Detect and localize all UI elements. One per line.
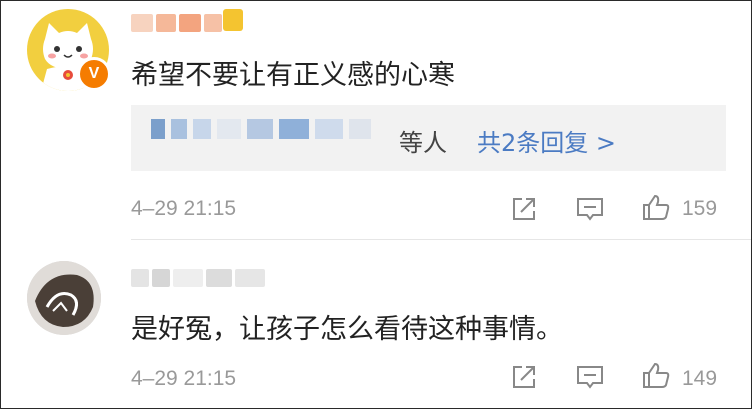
like-icon[interactable] xyxy=(641,360,671,390)
comment-text: 希望不要让有正义感的心寒 xyxy=(131,60,455,91)
comment-time: 4–29 21:15 xyxy=(131,367,237,390)
comment-text: 是好冤，让孩子怎么看待这种事情。 xyxy=(131,314,563,345)
user-level-icon xyxy=(223,9,243,31)
like-icon[interactable] xyxy=(641,192,671,222)
username-obscured[interactable] xyxy=(131,269,265,287)
divider xyxy=(131,239,751,240)
comment-icon[interactable] xyxy=(575,362,605,392)
share-icon[interactable] xyxy=(509,194,539,224)
comment-time: 4–29 21:15 xyxy=(131,197,237,220)
replier-names-obscured xyxy=(151,119,371,139)
brush-avatar-image xyxy=(27,261,101,335)
comment-feed: V 希望不要让有正义感的心寒 等人 共2条回复 > 4–29 21:15 159… xyxy=(0,0,752,409)
verified-badge-icon: V xyxy=(77,57,111,91)
share-icon[interactable] xyxy=(509,362,539,392)
comment-icon[interactable] xyxy=(575,194,605,224)
replies-suffix: 等人 xyxy=(399,129,447,157)
replies-preview[interactable]: 等人 共2条回复 > xyxy=(131,105,726,171)
view-replies-link[interactable]: 共2条回复 > xyxy=(477,123,616,158)
username-obscured[interactable] xyxy=(131,14,222,32)
avatar[interactable] xyxy=(27,261,101,335)
like-count: 159 xyxy=(682,197,718,220)
like-count: 149 xyxy=(682,367,718,390)
